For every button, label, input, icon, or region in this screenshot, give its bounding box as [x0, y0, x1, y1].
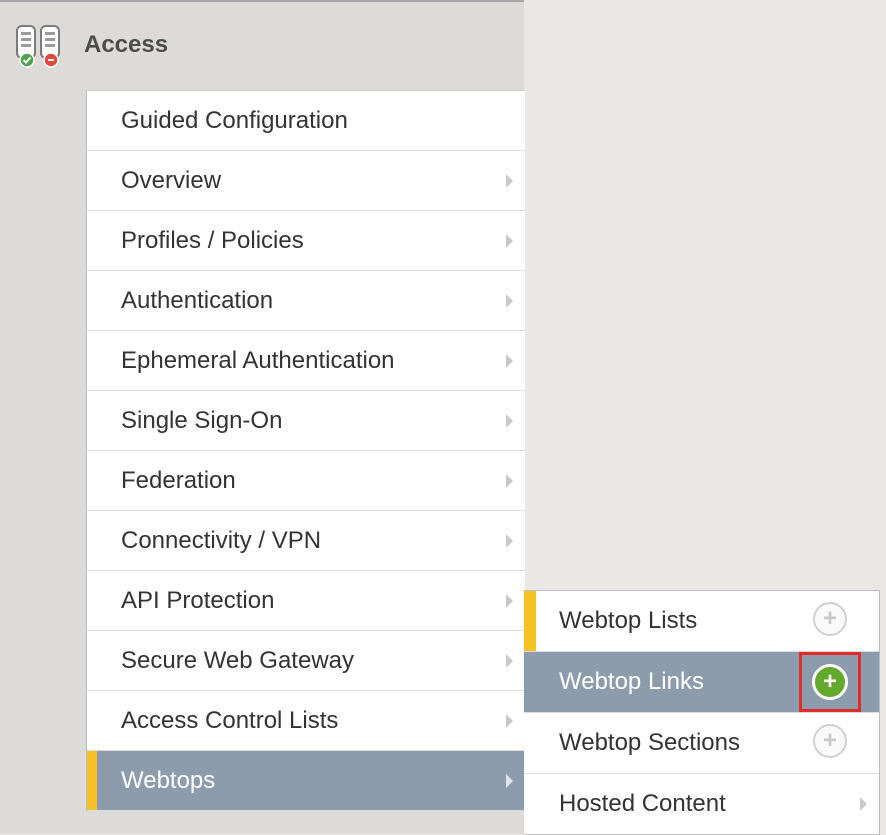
menu-item-guided-configuration[interactable]: Guided Configuration: [87, 91, 525, 151]
chevron-right-icon: [506, 653, 513, 668]
submenu-item-webtop-sections[interactable]: Webtop Sections +: [524, 713, 879, 774]
submenu-item-webtop-links[interactable]: Webtop Links +: [524, 652, 879, 713]
menu-item-profiles-policies[interactable]: Profiles / Policies: [87, 211, 525, 271]
chevron-right-icon: [506, 713, 513, 728]
submenu-item-label: Hosted Content: [559, 790, 726, 817]
chevron-right-icon: [506, 533, 513, 548]
menu-item-label: Connectivity / VPN: [121, 526, 322, 554]
chevron-right-icon: [506, 293, 513, 308]
menu-item-connectivity-vpn[interactable]: Connectivity / VPN: [87, 511, 525, 571]
access-title: Access: [84, 31, 169, 58]
menu-item-access-control-lists[interactable]: Access Control Lists: [87, 691, 525, 751]
chevron-right-icon: [506, 173, 513, 188]
top-divider: [0, 0, 524, 2]
menu-item-label: API Protection: [121, 586, 275, 614]
submenu-item-label: Webtop Lists: [559, 607, 698, 634]
submenu-item-label: Webtop Sections: [559, 729, 740, 756]
menu-item-label: Federation: [121, 466, 236, 494]
menu-item-webtops[interactable]: Webtops: [87, 751, 525, 811]
chevron-right-icon: [506, 353, 513, 368]
add-icon: +: [812, 664, 848, 700]
webtops-submenu: Webtop Lists + Webtop Links + Webtop Sec…: [524, 590, 880, 835]
menu-item-label: Single Sign-On: [121, 406, 283, 434]
submenu-item-webtop-lists[interactable]: Webtop Lists +: [524, 591, 879, 652]
access-header[interactable]: Access: [14, 20, 168, 70]
menu-item-label: Webtops: [121, 766, 216, 794]
access-menu: Guided Configuration Overview Profiles /…: [86, 90, 525, 811]
menu-item-authentication[interactable]: Authentication: [87, 271, 525, 331]
menu-item-label: Authentication: [121, 286, 274, 314]
add-icon[interactable]: +: [813, 602, 847, 636]
menu-item-label: Guided Configuration: [121, 106, 348, 134]
menu-item-single-sign-on[interactable]: Single Sign-On: [87, 391, 525, 451]
menu-item-label: Access Control Lists: [121, 706, 339, 734]
chevron-right-icon: [506, 473, 513, 488]
submenu-item-hosted-content[interactable]: Hosted Content: [524, 774, 879, 834]
menu-item-federation[interactable]: Federation: [87, 451, 525, 511]
menu-item-secure-web-gateway[interactable]: Secure Web Gateway: [87, 631, 525, 691]
chevron-right-icon: [860, 797, 867, 811]
submenu-item-label: Webtop Links: [559, 668, 704, 695]
add-button-highlight[interactable]: +: [799, 652, 861, 712]
add-icon[interactable]: +: [813, 724, 847, 758]
menu-item-ephemeral-authentication[interactable]: Ephemeral Authentication: [87, 331, 525, 391]
access-policy-icon: [14, 20, 64, 70]
chevron-right-icon: [506, 593, 513, 608]
chevron-right-icon: [506, 773, 513, 788]
menu-item-label: Ephemeral Authentication: [121, 346, 395, 374]
chevron-right-icon: [506, 233, 513, 248]
menu-item-label: Overview: [121, 166, 222, 194]
menu-item-api-protection[interactable]: API Protection: [87, 571, 525, 631]
menu-item-overview[interactable]: Overview: [87, 151, 525, 211]
menu-item-label: Profiles / Policies: [121, 226, 304, 254]
menu-item-label: Secure Web Gateway: [121, 646, 355, 674]
chevron-right-icon: [506, 413, 513, 428]
